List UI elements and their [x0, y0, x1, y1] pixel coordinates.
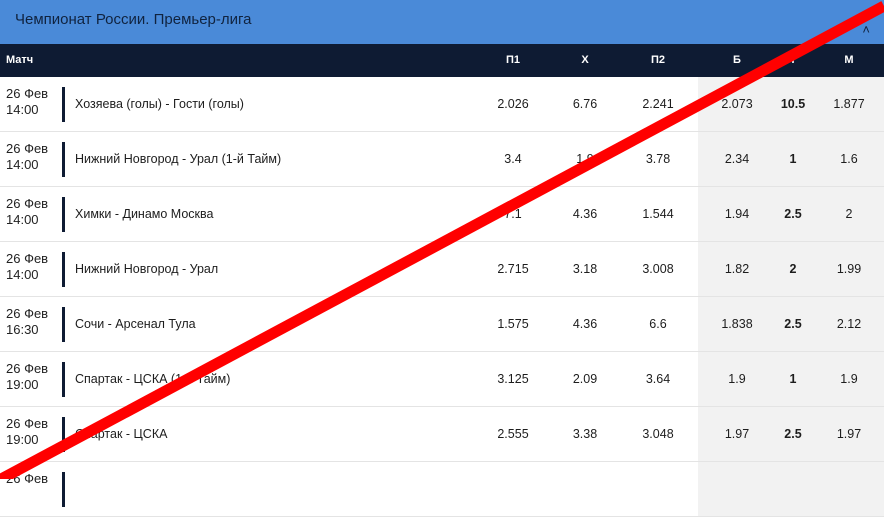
row-divider-bar	[62, 87, 65, 122]
match-name[interactable]: Химки - Динамо Москва	[75, 187, 213, 241]
odds-m[interactable]: 1.877	[814, 77, 884, 131]
odds-x[interactable]: 3.38	[550, 407, 620, 461]
match-date: 26 Фев	[6, 196, 49, 211]
column-header-m: М	[844, 54, 854, 66]
match-datetime: 26 Фев 14:00	[6, 86, 48, 118]
league-title: Чемпионат России. Премьер-лига	[15, 11, 252, 28]
odds-p2[interactable]: 1.544	[623, 187, 693, 241]
match-row[interactable]: 26 Фев 14:00 Химки - Динамо Москва 7.1 4.36 1…	[0, 187, 884, 242]
match-name[interactable]: Хозяева (голы) - Гости (голы)	[75, 77, 244, 131]
odds-x[interactable]: 4.36	[550, 297, 620, 351]
match-time: 14:00	[6, 212, 39, 227]
odds-p1[interactable]	[478, 462, 548, 516]
odds-p1[interactable]: 2.555	[478, 407, 548, 461]
odds-m[interactable]: 1.9	[814, 352, 884, 406]
match-time: 14:00	[6, 157, 39, 172]
odds-p2[interactable]	[623, 462, 693, 516]
row-divider-bar	[62, 362, 65, 397]
column-header-match: Матч	[6, 54, 34, 66]
match-datetime: 26 Фев	[6, 471, 48, 487]
match-row[interactable]: 26 Фев 14:00 Нижний Новгород - Урал (1-й Т…	[0, 132, 884, 187]
match-name[interactable]: Спартак - ЦСКА (1-й Тайм)	[75, 352, 230, 406]
odds-p2[interactable]: 3.78	[623, 132, 693, 186]
column-header-p2: П2	[650, 54, 666, 66]
match-date: 26 Фев	[6, 141, 49, 156]
match-datetime: 26 Фев 14:00	[6, 141, 48, 173]
row-divider-bar	[62, 252, 65, 287]
row-divider-bar	[62, 417, 65, 452]
match-datetime: 26 Фев 19:00	[6, 361, 48, 393]
match-datetime: 26 Фев 19:00	[6, 416, 48, 448]
odds-p1[interactable]: 3.125	[478, 352, 548, 406]
row-divider-bar	[62, 197, 65, 232]
odds-x[interactable]: 4.36	[550, 187, 620, 241]
match-name[interactable]: Нижний Новгород - Урал (1-й Тайм)	[75, 132, 281, 186]
odds-x[interactable]	[550, 462, 620, 516]
column-header-p1: П1	[505, 54, 521, 66]
odds-p2[interactable]: 3.048	[623, 407, 693, 461]
match-date: 26 Фев	[6, 416, 49, 431]
odds-p2[interactable]: 3.64	[623, 352, 693, 406]
row-divider-bar	[62, 472, 65, 507]
odds-x[interactable]: 3.18	[550, 242, 620, 296]
match-row[interactable]: 26 Фев 16:30 Сочи - Арсенал Тула 1.575 4.36 6…	[0, 297, 884, 352]
table-header: Матч П1 Х П2 Б Т М	[0, 44, 884, 77]
match-datetime: 26 Фев 14:00	[6, 196, 48, 228]
row-divider-bar	[62, 142, 65, 177]
match-date: 26 Фев	[6, 471, 49, 486]
match-date: 26 Фев	[6, 251, 49, 266]
match-datetime: 26 Фев 14:00	[6, 251, 48, 283]
league-header[interactable]: Чемпионат России. Премьер-лига ˄	[0, 0, 884, 44]
odds-p1[interactable]: 7.1	[478, 187, 548, 241]
odds-p1[interactable]: 1.575	[478, 297, 548, 351]
odds-x[interactable]: 6.76	[550, 77, 620, 131]
match-time: 19:00	[6, 377, 39, 392]
match-datetime: 26 Фев 16:30	[6, 306, 48, 338]
odds-p2[interactable]: 2.241	[623, 77, 693, 131]
match-time: 14:00	[6, 102, 39, 117]
odds-p2[interactable]: 6.6	[623, 297, 693, 351]
odds-m[interactable]: 1.6	[814, 132, 884, 186]
odds-m[interactable]: 2	[814, 187, 884, 241]
odds-p1[interactable]: 2.715	[478, 242, 548, 296]
odds-p1[interactable]: 3.4	[478, 132, 548, 186]
odds-m[interactable]: 1.97	[814, 407, 884, 461]
match-row[interactable]: 26 Фев 14:00 Нижний Новгород - Урал 2.715 3.…	[0, 242, 884, 297]
odds-m[interactable]: 1.99	[814, 242, 884, 296]
odds-m[interactable]: 2.12	[814, 297, 884, 351]
row-divider-bar	[62, 307, 65, 342]
match-row[interactable]: 26 Фев 19:00 Спартак - ЦСКА (1-й Тайм) 3.12…	[0, 352, 884, 407]
match-row[interactable]: 26 Фев 19:00 Спартак - ЦСКА 2.555 3.38 3.048 1…	[0, 407, 884, 462]
match-name[interactable]: Спартак - ЦСКА	[75, 407, 167, 461]
match-time: 14:00	[6, 267, 39, 282]
column-header-x: Х	[581, 54, 589, 66]
odds-p2[interactable]: 3.008	[623, 242, 693, 296]
match-date: 26 Фев	[6, 361, 49, 376]
match-name[interactable]: Нижний Новгород - Урал	[75, 242, 218, 296]
match-date: 26 Фев	[6, 306, 49, 321]
match-time: 19:00	[6, 432, 39, 447]
odds-p1[interactable]: 2.026	[478, 77, 548, 131]
odds-x[interactable]: 1.9	[550, 132, 620, 186]
match-row[interactable]: 26 Фев 14:00 Хозяева (голы) - Гости (голы)…	[0, 77, 884, 132]
match-name[interactable]: Сочи - Арсенал Тула	[75, 297, 196, 351]
match-date: 26 Фев	[6, 86, 49, 101]
odds-x[interactable]: 2.09	[550, 352, 620, 406]
odds-m[interactable]	[814, 462, 884, 516]
match-row[interactable]: 26 Фев	[0, 462, 884, 517]
match-time: 16:30	[6, 322, 39, 337]
match-list: 26 Фев 14:00 Хозяева (голы) - Гости (голы)…	[0, 77, 884, 517]
